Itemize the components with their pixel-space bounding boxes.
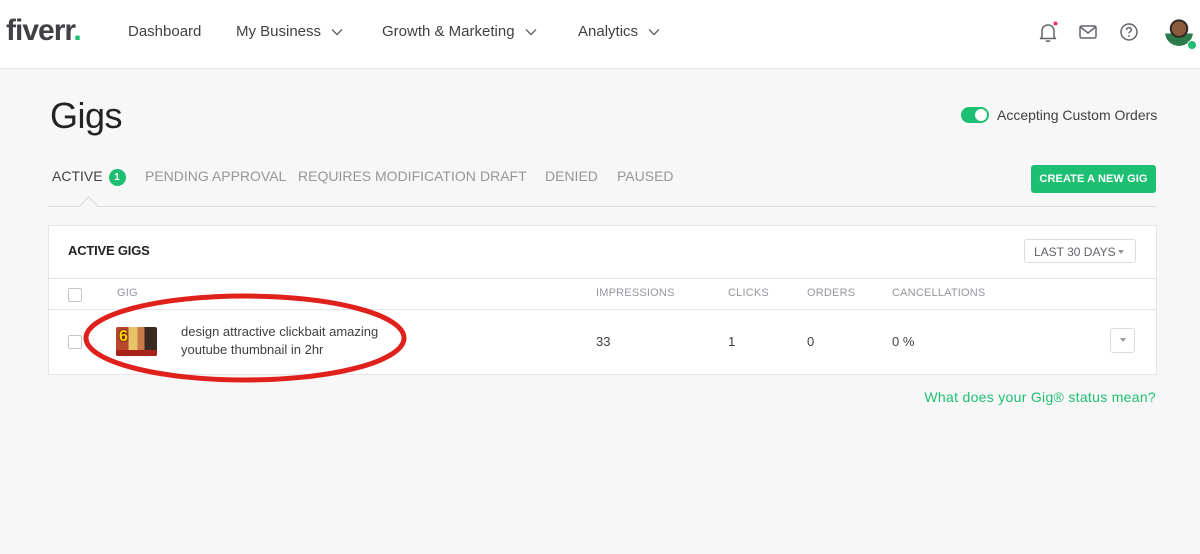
gig-status-help-link[interactable]: What does your Gig® status mean?: [924, 389, 1156, 405]
column-header-gig: GIG: [117, 287, 138, 299]
page-title: Gigs: [50, 95, 123, 136]
divider: [49, 309, 1156, 310]
tab-pending-approval[interactable]: PENDING APPROVAL: [145, 168, 286, 184]
tab-paused[interactable]: PAUSED: [617, 168, 674, 184]
orders-value: 0: [807, 334, 815, 349]
nav-analytics[interactable]: Analytics: [578, 23, 660, 40]
clicks-value: 1: [728, 334, 736, 349]
date-range-value: LAST 30 DAYS: [1034, 245, 1116, 259]
chevron-down-icon: [525, 28, 537, 35]
caret-down-icon: [1118, 250, 1124, 254]
nav-dashboard-label: Dashboard: [128, 23, 202, 40]
divider: [49, 278, 1156, 279]
column-header-orders: ORDERS: [807, 287, 856, 299]
tabs-divider: [48, 206, 1156, 207]
thumbnail-banner: [116, 350, 157, 356]
nav-my-business[interactable]: My Business: [236, 23, 343, 40]
active-tab-indicator: [79, 196, 98, 215]
online-status-dot: [1187, 40, 1197, 50]
tab-draft[interactable]: DRAFT: [480, 168, 527, 184]
column-header-cancellations: CANCELLATIONS: [892, 287, 986, 299]
column-header-impressions: IMPRESSIONS: [596, 287, 675, 299]
help-icon[interactable]: [1117, 20, 1141, 44]
column-header-clicks: CLICKS: [728, 287, 769, 299]
select-all-checkbox[interactable]: [68, 288, 82, 302]
fiverr-logo[interactable]: fiverr.: [6, 14, 82, 48]
nav-my-business-label: My Business: [236, 23, 322, 40]
nav-growth-marketing[interactable]: Growth & Marketing: [382, 23, 537, 40]
chevron-down-icon: [648, 28, 660, 35]
thumbnail-text: 6: [119, 328, 128, 345]
tab-active-count-badge: 1: [108, 169, 126, 186]
tab-active[interactable]: ACTIVE 1: [52, 168, 126, 186]
date-range-select[interactable]: LAST 30 DAYS: [1024, 239, 1136, 263]
active-gigs-table: ACTIVE GIGS LAST 30 DAYS GIG IMPRESSIONS…: [48, 225, 1157, 375]
custom-orders-label: Accepting Custom Orders: [997, 107, 1158, 123]
logo-dot: .: [73, 14, 81, 47]
tab-active-label: ACTIVE: [52, 168, 103, 184]
gig-title-link[interactable]: design attractive clickbait amazing yout…: [181, 323, 411, 359]
create-new-gig-button[interactable]: CREATE A NEW GIG: [1031, 165, 1156, 193]
nav-growth-marketing-label: Growth & Marketing: [382, 23, 515, 40]
top-nav: fiverr. Dashboard My Business Growth & M…: [0, 0, 1200, 69]
cancellations-value: 0 %: [892, 334, 915, 349]
row-actions-dropdown[interactable]: [1110, 328, 1135, 353]
logo-text: fiverr: [6, 14, 74, 47]
tab-denied[interactable]: DENIED: [545, 168, 598, 184]
custom-orders-toggle[interactable]: [961, 107, 989, 123]
row-checkbox[interactable]: [68, 335, 82, 349]
bell-icon[interactable]: [1036, 20, 1060, 44]
nav-analytics-label: Analytics: [578, 23, 639, 40]
envelope-icon[interactable]: [1076, 20, 1100, 44]
tab-requires-modification[interactable]: REQUIRES MODIFICATION: [298, 168, 476, 184]
table-title: ACTIVE GIGS: [68, 243, 150, 258]
impressions-value: 33: [596, 334, 611, 349]
chevron-down-icon: [331, 28, 343, 35]
caret-down-icon: [1120, 338, 1126, 342]
gig-thumbnail[interactable]: 6: [116, 327, 157, 356]
notification-dot: [1053, 21, 1058, 26]
nav-dashboard[interactable]: Dashboard: [128, 23, 201, 40]
